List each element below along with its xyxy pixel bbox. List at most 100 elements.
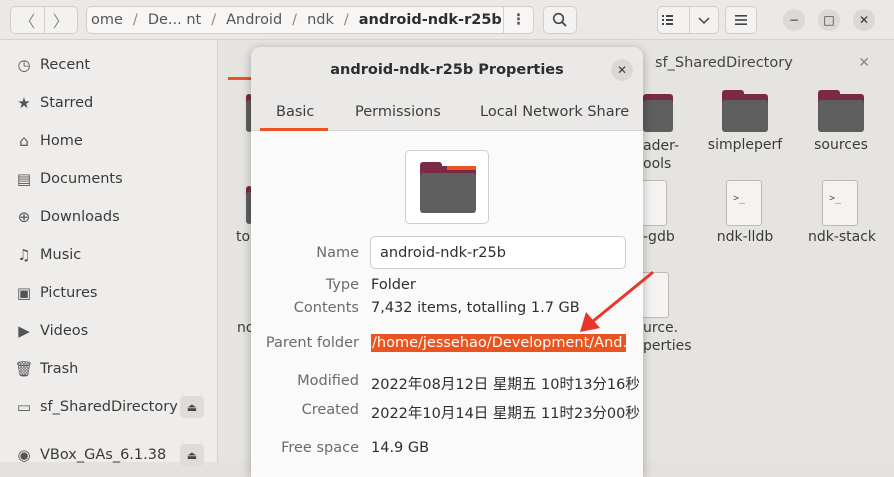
file-label[interactable]: urce. perties bbox=[643, 319, 692, 355]
sidebar-item-home[interactable]: ⌂ Home bbox=[0, 122, 218, 160]
sidebar-item-music[interactable]: ♫ Music bbox=[0, 236, 218, 274]
disc-icon: ◉ bbox=[17, 446, 31, 464]
name-label: Name bbox=[316, 245, 359, 261]
eject-button[interactable]: ⏏ bbox=[180, 396, 204, 418]
forward-button[interactable]: 〉 bbox=[45, 7, 78, 33]
sidebar-item-label: sf_SharedDirectory bbox=[40, 399, 178, 415]
back-button[interactable]: 〈 bbox=[11, 7, 45, 33]
tab-basic[interactable]: Basic bbox=[276, 93, 314, 131]
eject-button[interactable]: ⏏ bbox=[180, 444, 204, 466]
picture-icon: ▣ bbox=[16, 284, 32, 302]
folder-icon[interactable] bbox=[818, 90, 864, 132]
script-file-icon[interactable]: >_ bbox=[822, 180, 858, 226]
tab-permissions[interactable]: Permissions bbox=[355, 93, 441, 131]
modified-value: 2022年08月12日 星期五 10时13分16秒 bbox=[371, 377, 640, 393]
sidebar-item-label: Music bbox=[40, 247, 82, 263]
file-label[interactable]: -gdb bbox=[643, 229, 675, 245]
path-separator: / bbox=[211, 12, 217, 28]
file-label[interactable]: to bbox=[236, 229, 250, 245]
home-icon: ⌂ bbox=[19, 132, 29, 150]
created-label: Created bbox=[301, 402, 359, 418]
sidebar-item-trash[interactable]: 🗑 Trash bbox=[0, 350, 218, 388]
modified-label: Modified bbox=[297, 373, 359, 389]
minimize-button[interactable]: − bbox=[783, 9, 805, 31]
view-toggle[interactable] bbox=[657, 6, 719, 34]
active-tab-indicator bbox=[260, 128, 328, 131]
sidebar-item-label: Videos bbox=[40, 323, 89, 339]
sidebar-item-label: VBox_GAs_6.1.38 bbox=[40, 447, 167, 463]
free-space-label: Free space bbox=[281, 440, 359, 456]
chevron-down-icon bbox=[697, 17, 710, 25]
sidebar-item-starred[interactable]: ★ Starred bbox=[0, 84, 218, 122]
file-label[interactable]: ader- ools bbox=[643, 137, 679, 173]
contents-label: Contents bbox=[293, 300, 359, 316]
sidebar-item-label: Trash bbox=[40, 361, 79, 377]
sidebar-item-documents[interactable]: ▤ Documents bbox=[0, 160, 218, 198]
search-icon bbox=[552, 12, 567, 27]
created-value: 2022年10月14日 星期五 11时23分00秒 bbox=[371, 406, 640, 422]
text-file-icon[interactable] bbox=[643, 272, 669, 318]
parent-folder-link[interactable]: /home/jessehao/Development/And… bbox=[371, 334, 626, 352]
sidebar: ◷ Recent ★ Starred ⌂ Home ▤ Documents ⊕ … bbox=[0, 40, 218, 466]
document-icon: ▤ bbox=[16, 170, 32, 188]
free-space-value: 14.9 GB bbox=[371, 440, 430, 456]
path-separator: / bbox=[132, 12, 138, 28]
script-file-icon[interactable]: >_ bbox=[726, 180, 762, 226]
contents-value: 7,432 items, totalling 1.7 GB bbox=[371, 300, 580, 316]
folder-icon-button[interactable] bbox=[405, 150, 489, 224]
sidebar-item-pictures[interactable]: ▣ Pictures bbox=[0, 274, 218, 312]
hamburger-icon bbox=[735, 15, 747, 25]
header-bar: 〈 〉 ome / De... nt / Android / ndk / and… bbox=[0, 0, 894, 40]
nav-buttons: 〈 〉 bbox=[10, 6, 78, 34]
download-icon: ⊕ bbox=[17, 208, 31, 226]
file-label[interactable]: sources bbox=[806, 137, 876, 153]
folder-icon[interactable] bbox=[643, 90, 673, 132]
dialog-title: android-ndk-r25b Properties bbox=[251, 47, 643, 93]
path-separator: / bbox=[292, 12, 298, 28]
sidebar-item-shared-directory[interactable]: ▭ sf_SharedDirectory ⏏ bbox=[0, 388, 218, 426]
dialog-close-button[interactable]: ✕ bbox=[611, 59, 633, 81]
sidebar-item-recent[interactable]: ◷ Recent bbox=[0, 46, 218, 84]
sidebar-item-label: Documents bbox=[40, 171, 123, 187]
folder-icon[interactable] bbox=[722, 90, 768, 132]
properties-dialog: android-ndk-r25b Properties ✕ Basic Perm… bbox=[251, 47, 643, 477]
sidebar-item-label: Downloads bbox=[40, 209, 120, 225]
path-separator: / bbox=[343, 12, 349, 28]
drive-icon: ▭ bbox=[16, 398, 32, 416]
sidebar-item-videos[interactable]: ▶ Videos bbox=[0, 312, 218, 350]
sidebar-item-vbox-gas[interactable]: ◉ VBox_GAs_6.1.38 ⏏ bbox=[0, 436, 218, 474]
path-crumb-current[interactable]: android-ndk-r25b bbox=[353, 12, 508, 28]
tab-shared-directory[interactable]: sf_SharedDirectory ✕ bbox=[643, 48, 894, 78]
close-window-button[interactable]: ✕ bbox=[853, 9, 875, 31]
tab-label: sf_SharedDirectory bbox=[655, 55, 793, 71]
file-label[interactable]: simpleperf bbox=[706, 137, 784, 153]
sidebar-item-downloads[interactable]: ⊕ Downloads bbox=[0, 198, 218, 236]
path-menu-button[interactable]: ⋮ bbox=[503, 7, 533, 33]
type-value: Folder bbox=[371, 277, 416, 293]
script-file-icon[interactable] bbox=[643, 180, 667, 226]
sidebar-item-label: Starred bbox=[40, 95, 94, 111]
path-crumb-documents[interactable]: De... nt bbox=[142, 12, 207, 28]
sidebar-item-label: Recent bbox=[40, 57, 91, 73]
path-bar[interactable]: ome / De... nt / Android / ndk / android… bbox=[86, 6, 534, 34]
close-icon[interactable]: ✕ bbox=[858, 55, 870, 71]
file-label[interactable]: ndk-lldb bbox=[710, 229, 780, 245]
music-icon: ♫ bbox=[17, 246, 31, 264]
path-crumb-ndk[interactable]: ndk bbox=[301, 12, 340, 28]
star-icon: ★ bbox=[17, 94, 31, 112]
clock-icon: ◷ bbox=[17, 56, 31, 74]
main-menu-button[interactable] bbox=[725, 6, 757, 34]
tab-local-network-share[interactable]: Local Network Share bbox=[480, 93, 629, 131]
path-crumb-android[interactable]: Android bbox=[220, 12, 288, 28]
maximize-button[interactable]: □ bbox=[818, 9, 840, 31]
type-label: Type bbox=[325, 277, 359, 293]
dialog-tabs: Basic Permissions Local Network Share bbox=[251, 93, 643, 131]
path-crumb-home[interactable]: ome bbox=[87, 12, 129, 28]
name-field[interactable]: android-ndk-r25b bbox=[370, 236, 626, 269]
folder-icon bbox=[420, 162, 476, 213]
list-view-icon bbox=[661, 15, 673, 25]
parent-folder-label: Parent folder bbox=[265, 335, 359, 351]
file-label[interactable]: ndk-stack bbox=[804, 229, 880, 245]
search-button[interactable] bbox=[543, 6, 577, 34]
sidebar-item-label: Pictures bbox=[40, 285, 98, 301]
